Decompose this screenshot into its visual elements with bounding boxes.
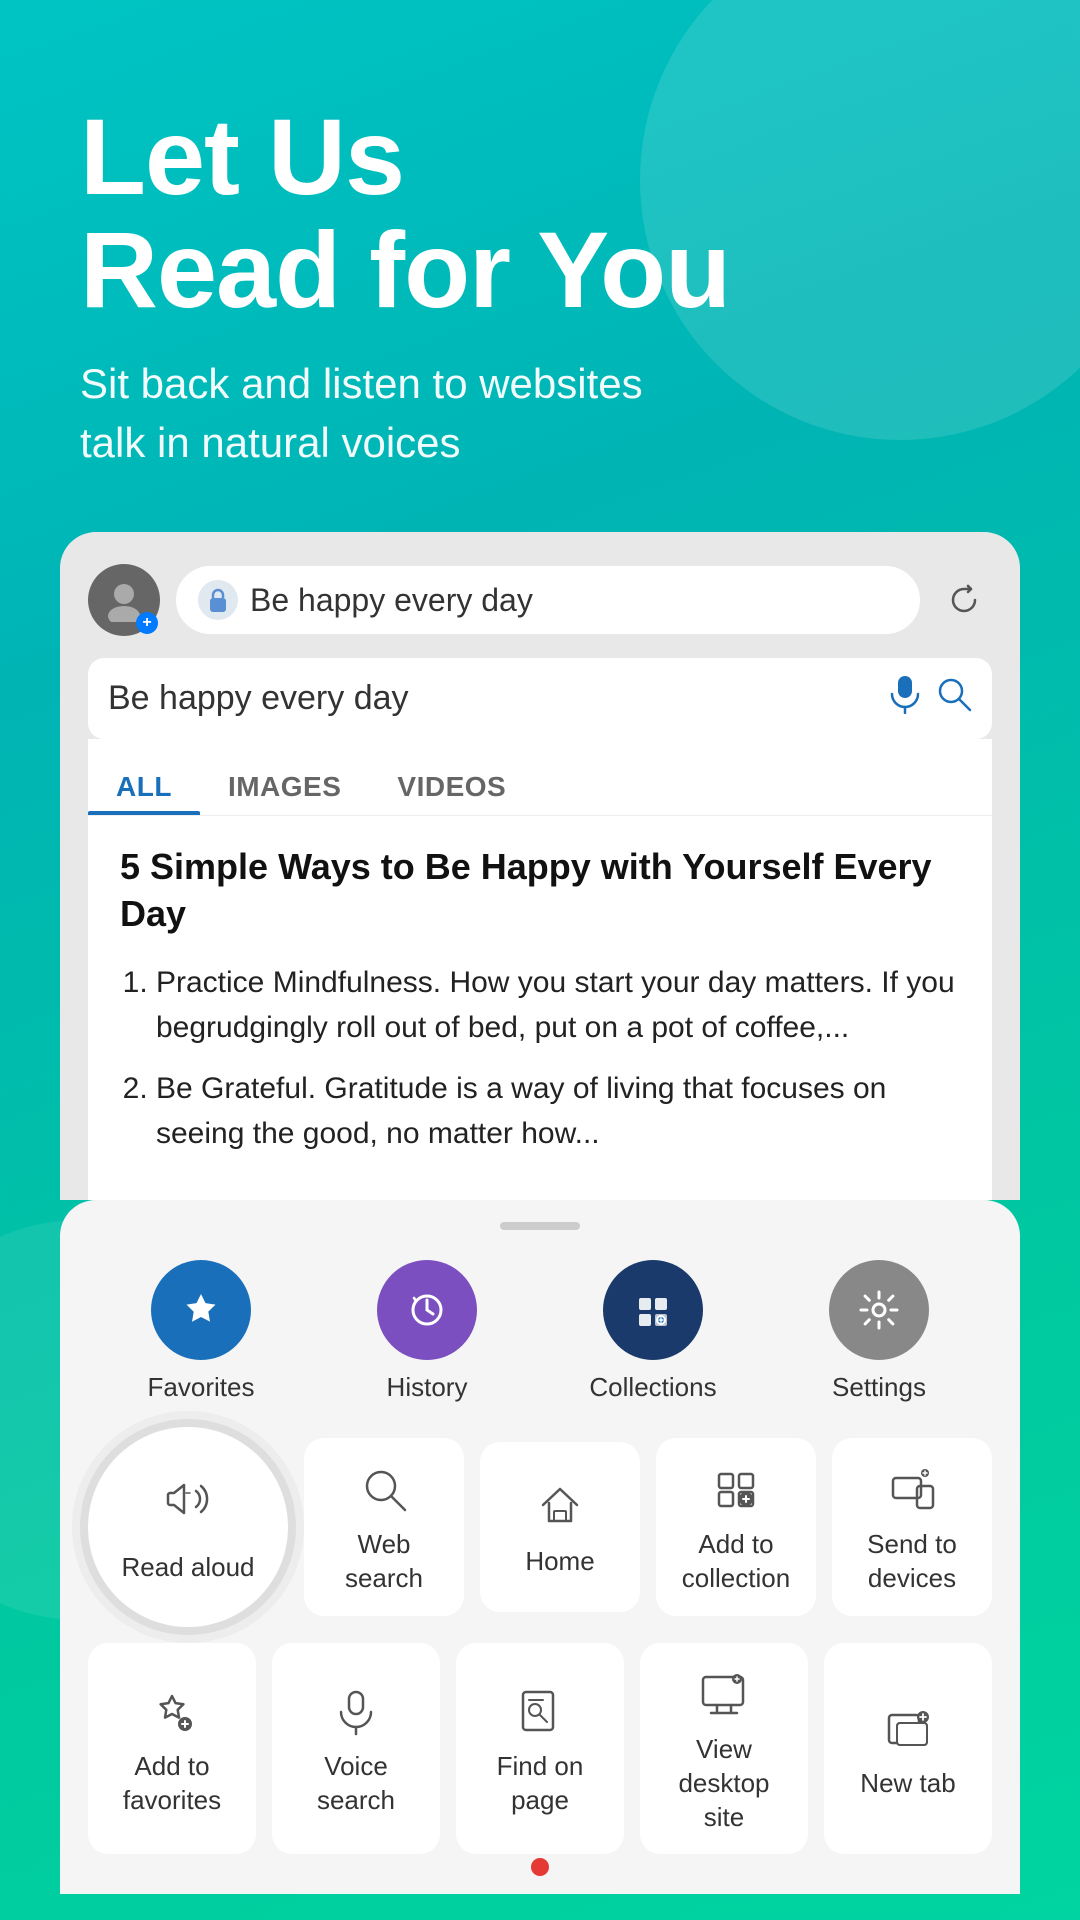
menu-item-new-tab[interactable]: New tab	[824, 1643, 992, 1854]
collections-label: Collections	[589, 1372, 716, 1403]
read-aloud-label: Read aloud	[122, 1552, 255, 1583]
search-text: Be happy every day	[108, 679, 874, 718]
menu-item-collections[interactable]: Collections	[563, 1260, 743, 1403]
home-icon	[535, 1481, 585, 1531]
menu-item-voice-search[interactable]: Voicesearch	[272, 1643, 440, 1854]
avatar-plus: +	[136, 612, 158, 634]
menu-row-2: Add tofavorites Voicesearch	[88, 1643, 992, 1854]
menu-item-send-devices[interactable]: Send todevices	[832, 1438, 992, 1616]
home-label: Home	[525, 1545, 594, 1579]
history-icon	[377, 1260, 477, 1360]
add-favorites-icon	[147, 1686, 197, 1736]
voice-search-label: Voicesearch	[317, 1750, 395, 1818]
tab-videos[interactable]: VIDEOS	[369, 759, 534, 815]
favorites-label: Favorites	[148, 1372, 255, 1403]
search-icon[interactable]	[936, 676, 972, 721]
menu-item-home[interactable]: Home	[480, 1442, 640, 1612]
tab-all[interactable]: ALL	[88, 759, 200, 815]
red-dot-indicator	[531, 1858, 549, 1876]
content-card: 5 Simple Ways to Be Happy with Yourself …	[88, 815, 992, 1200]
list-item: Be Grateful. Gratitude is a way of livin…	[156, 1066, 960, 1156]
browser-top-bar: + Be happy every day	[88, 564, 992, 636]
web-search-label: Web search	[320, 1528, 448, 1596]
url-text: Be happy every day	[250, 582, 533, 619]
desktop-site-label: Viewdesktopsite	[678, 1733, 769, 1834]
send-devices-label: Send todevices	[867, 1528, 957, 1596]
menu-item-history[interactable]: History	[337, 1260, 517, 1403]
add-favorites-label: Add tofavorites	[123, 1750, 221, 1818]
bottom-sheet: Favorites History	[60, 1200, 1020, 1894]
web-search-icon	[359, 1464, 409, 1514]
menu-item-find-page[interactable]: Find onpage	[456, 1643, 624, 1854]
menu-item-add-collection[interactable]: Add tocollection	[656, 1438, 816, 1616]
tab-images[interactable]: IMAGES	[200, 759, 369, 815]
url-bar[interactable]: Be happy every day	[176, 566, 920, 634]
menu-item-add-favorites[interactable]: Add tofavorites	[88, 1643, 256, 1854]
menu-item-favorites[interactable]: Favorites	[111, 1260, 291, 1403]
read-aloud-icon	[160, 1471, 216, 1540]
add-collection-icon	[711, 1464, 761, 1514]
lock-icon	[198, 580, 238, 620]
avatar[interactable]: +	[88, 564, 160, 636]
refresh-button[interactable]	[936, 572, 992, 628]
menu-item-desktop-site[interactable]: Viewdesktopsite	[640, 1643, 808, 1854]
voice-search-icon	[331, 1686, 381, 1736]
search-tabs: ALL IMAGES VIDEOS	[88, 739, 992, 815]
favorites-icon	[151, 1260, 251, 1360]
search-bar[interactable]: Be happy every day	[88, 658, 992, 739]
drag-handle[interactable]	[500, 1222, 580, 1230]
hero-title: Let UsRead for You	[80, 100, 1000, 327]
microphone-icon[interactable]	[888, 674, 922, 723]
settings-label: Settings	[832, 1372, 926, 1403]
send-devices-icon	[887, 1464, 937, 1514]
browser-mockup: + Be happy every day Be happy every day	[60, 532, 1020, 1200]
menu-row-1: Read aloud Web search Home	[88, 1427, 992, 1627]
list-item: Practice Mindfulness. How you start your…	[156, 960, 960, 1050]
top-menu-row: Favorites History	[88, 1260, 992, 1403]
menu-item-web-search[interactable]: Web search	[304, 1438, 464, 1616]
menu-item-read-aloud[interactable]: Read aloud	[88, 1427, 288, 1627]
content-title: 5 Simple Ways to Be Happy with Yourself …	[120, 844, 960, 938]
add-collection-label: Add tocollection	[682, 1528, 790, 1596]
desktop-site-icon	[699, 1669, 749, 1719]
new-tab-label: New tab	[860, 1767, 955, 1801]
find-page-icon	[515, 1686, 565, 1736]
find-page-label: Find onpage	[497, 1750, 584, 1818]
collections-icon	[603, 1260, 703, 1360]
new-tab-icon	[883, 1703, 933, 1753]
history-label: History	[387, 1372, 468, 1403]
content-list: Practice Mindfulness. How you start your…	[120, 960, 960, 1156]
settings-icon	[829, 1260, 929, 1360]
hero-section: Let UsRead for You Sit back and listen t…	[0, 0, 1080, 512]
menu-item-settings[interactable]: Settings	[789, 1260, 969, 1403]
hero-subtitle: Sit back and listen to websitestalk in n…	[80, 355, 1000, 473]
